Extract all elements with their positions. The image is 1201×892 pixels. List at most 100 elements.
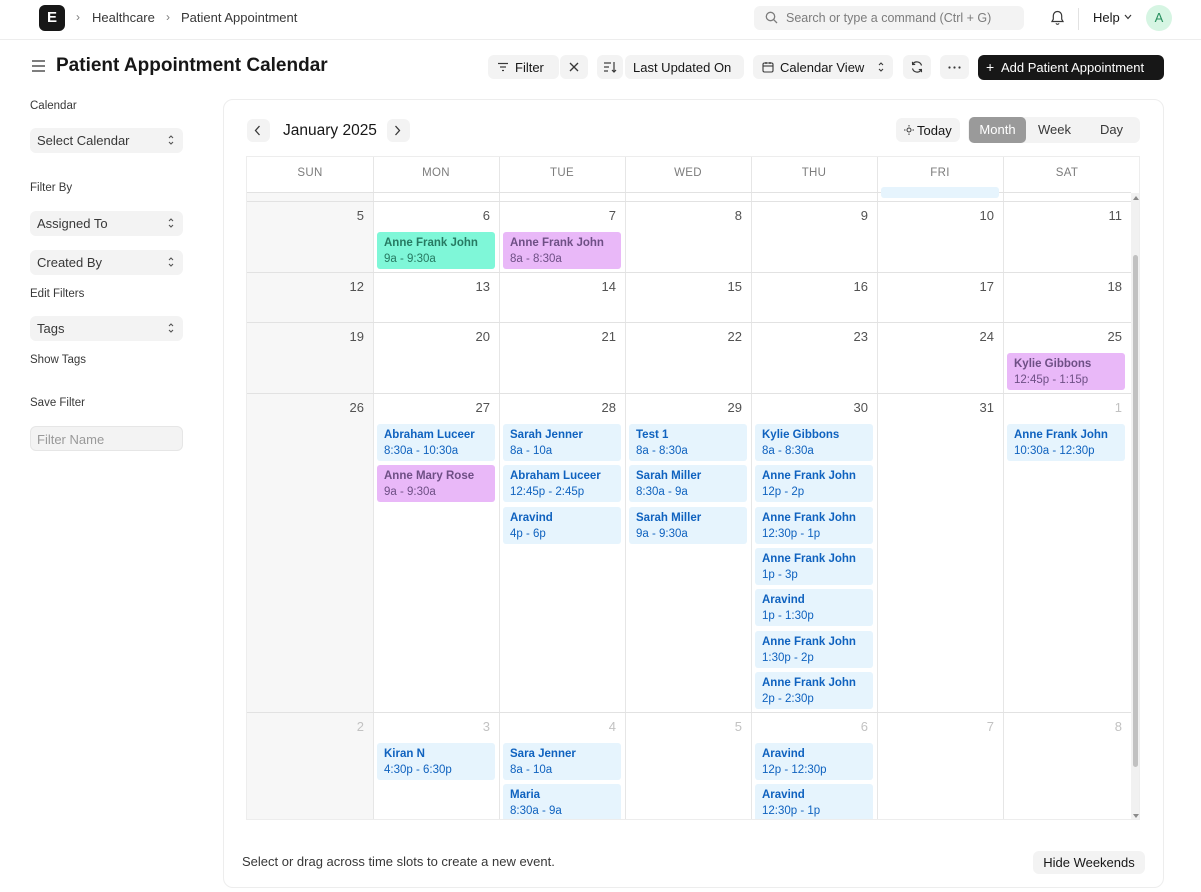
calendar-event[interactable]: Aravind 1p - 1:30p — [755, 589, 873, 627]
today-button[interactable]: Today — [896, 118, 960, 142]
filter-name-input[interactable]: Filter Name — [30, 426, 183, 451]
day-number[interactable]: 7 — [964, 719, 994, 734]
month-title: January 2025 — [283, 122, 377, 139]
day-number[interactable]: 9 — [838, 208, 868, 223]
help-menu[interactable]: Help — [1093, 10, 1120, 25]
calendar-event[interactable]: Abraham Luceer 8:30a - 10:30a — [377, 424, 495, 461]
calendar-event[interactable]: Abraham Luceer 12:45p - 2:45p — [503, 465, 621, 503]
day-number[interactable]: 27 — [460, 400, 490, 415]
day-number[interactable]: 29 — [712, 400, 742, 415]
calendar-event[interactable]: Anne Mary Rose 9a - 9:30a — [377, 465, 495, 503]
calendar-event[interactable]: Anne Frank John 12:30p - 1p — [755, 506, 873, 544]
clear-filter-button[interactable] — [560, 55, 588, 79]
calendar-event[interactable]: Kylie Gibbons 8a - 8:30a — [755, 424, 873, 461]
day-number[interactable]: 19 — [334, 329, 364, 344]
day-view-tab[interactable]: Day — [1083, 117, 1140, 143]
day-number[interactable]: 25 — [1092, 329, 1122, 344]
calendar-event[interactable]: Aravind 4p - 6p — [503, 506, 621, 544]
day-number[interactable]: 6 — [460, 208, 490, 223]
column-divider — [625, 157, 626, 819]
more-actions-button[interactable] — [940, 55, 969, 79]
avatar[interactable]: A — [1146, 5, 1172, 31]
assigned-to-dropdown[interactable]: Assigned To — [30, 211, 183, 236]
day-number[interactable]: 1 — [1092, 400, 1122, 415]
breadcrumb-healthcare[interactable]: Healthcare — [92, 10, 155, 25]
day-number[interactable]: 10 — [964, 208, 994, 223]
next-month-button[interactable] — [387, 119, 410, 142]
day-number[interactable]: 24 — [964, 329, 994, 344]
day-number[interactable]: 26 — [334, 400, 364, 415]
app-logo[interactable]: E — [39, 5, 65, 31]
calendar-event[interactable]: Aravind 12p - 12:30p — [755, 743, 873, 780]
sort-by-button[interactable]: Last Updated On — [625, 55, 744, 79]
day-number[interactable]: 22 — [712, 329, 742, 344]
day-number[interactable]: 13 — [460, 279, 490, 294]
sort-direction-button[interactable] — [597, 55, 623, 79]
day-number[interactable]: 8 — [1092, 719, 1122, 734]
event-time: 8a - 8:30a — [510, 253, 562, 265]
day-number[interactable]: 16 — [838, 279, 868, 294]
select-calendar-dropdown[interactable]: Select Calendar — [30, 128, 183, 153]
scroll-down-icon[interactable] — [1133, 814, 1139, 818]
calendar-event[interactable]: Anne Frank John 10:30a - 12:30p — [1007, 424, 1125, 461]
calendar-event[interactable]: Anne Frank John 12p - 2p — [755, 465, 873, 503]
calendar-event[interactable]: Anne Frank John 9a - 9:30a — [377, 232, 495, 269]
day-number[interactable]: 4 — [586, 719, 616, 734]
day-number[interactable]: 30 — [838, 400, 868, 415]
week-view-tab[interactable]: Week — [1026, 117, 1083, 143]
chevron-updown-icon — [878, 62, 884, 72]
day-number[interactable]: 5 — [334, 208, 364, 223]
calendar-event[interactable]: Sarah Jenner 8a - 10a — [503, 424, 621, 461]
calendar-event[interactable]: Kiran N 4:30p - 6:30p — [377, 743, 495, 780]
prev-month-button[interactable] — [247, 119, 270, 142]
day-number[interactable]: 31 — [964, 400, 994, 415]
event-partial[interactable] — [881, 187, 999, 198]
day-number[interactable]: 14 — [586, 279, 616, 294]
day-number[interactable]: 28 — [586, 400, 616, 415]
calendar-event[interactable]: Test 1 8a - 8:30a — [629, 424, 747, 461]
day-number[interactable]: 12 — [334, 279, 364, 294]
calendar-event[interactable]: Anne Frank John 1:30p - 2p — [755, 630, 873, 668]
edit-filters-link[interactable]: Edit Filters — [30, 288, 84, 300]
calendar-event[interactable]: Sarah Miller 8:30a - 9a — [629, 465, 747, 503]
day-number[interactable]: 3 — [460, 719, 490, 734]
hide-weekends-button[interactable]: Hide Weekends — [1033, 851, 1145, 874]
calendar-event[interactable]: Sarah Miller 9a - 9:30a — [629, 506, 747, 544]
event-time: 1p - 3p — [762, 568, 798, 581]
day-number[interactable]: 2 — [334, 719, 364, 734]
day-number[interactable]: 23 — [838, 329, 868, 344]
day-number[interactable]: 8 — [712, 208, 742, 223]
day-number[interactable]: 21 — [586, 329, 616, 344]
month-view-tab[interactable]: Month — [969, 117, 1026, 143]
add-patient-appointment-button[interactable]: + Add Patient Appointment — [978, 55, 1164, 80]
created-by-dropdown[interactable]: Created By — [30, 250, 183, 275]
day-number[interactable]: 6 — [838, 719, 868, 734]
calendar-event[interactable]: Sara Jenner 8a - 10a — [503, 743, 621, 780]
calendar-event[interactable]: Kylie Gibbons 12:45p - 1:15p — [1007, 353, 1125, 390]
day-number[interactable]: 17 — [964, 279, 994, 294]
calendar-event[interactable]: Anne Frank John 1p - 3p — [755, 547, 873, 585]
day-number[interactable]: 15 — [712, 279, 742, 294]
save-filter-label: Save Filter — [30, 397, 85, 409]
tags-dropdown[interactable]: Tags — [30, 316, 183, 341]
bell-icon[interactable] — [1050, 10, 1065, 26]
day-number[interactable]: 7 — [586, 208, 616, 223]
breadcrumb-patient-appointment[interactable]: Patient Appointment — [181, 10, 297, 25]
day-number[interactable]: 11 — [1092, 208, 1123, 223]
search-bar[interactable]: Search or type a command (Ctrl + G) — [754, 6, 1024, 30]
day-number[interactable]: 18 — [1092, 279, 1122, 294]
scroll-up-icon[interactable] — [1133, 196, 1139, 200]
calendar-event[interactable]: Anne Frank John 2p - 2:30p — [755, 671, 873, 709]
show-tags-link[interactable]: Show Tags — [30, 354, 86, 366]
day-number[interactable]: 5 — [712, 719, 742, 734]
calendar-scrollbar[interactable] — [1131, 193, 1139, 819]
calendar-event[interactable]: Anne Frank John 8a - 8:30a — [503, 232, 621, 269]
calendar-event[interactable]: Aravind 12:30p - 1p — [755, 784, 873, 819]
day-number[interactable]: 20 — [460, 329, 490, 344]
calendar-event[interactable]: Maria 8:30a - 9a — [503, 784, 621, 819]
filter-button[interactable]: Filter — [488, 55, 559, 79]
refresh-button[interactable] — [903, 55, 931, 79]
view-switcher[interactable]: Calendar View — [753, 55, 893, 79]
sidebar-toggle-icon[interactable] — [31, 59, 46, 73]
scrollbar-thumb[interactable] — [1133, 255, 1138, 767]
